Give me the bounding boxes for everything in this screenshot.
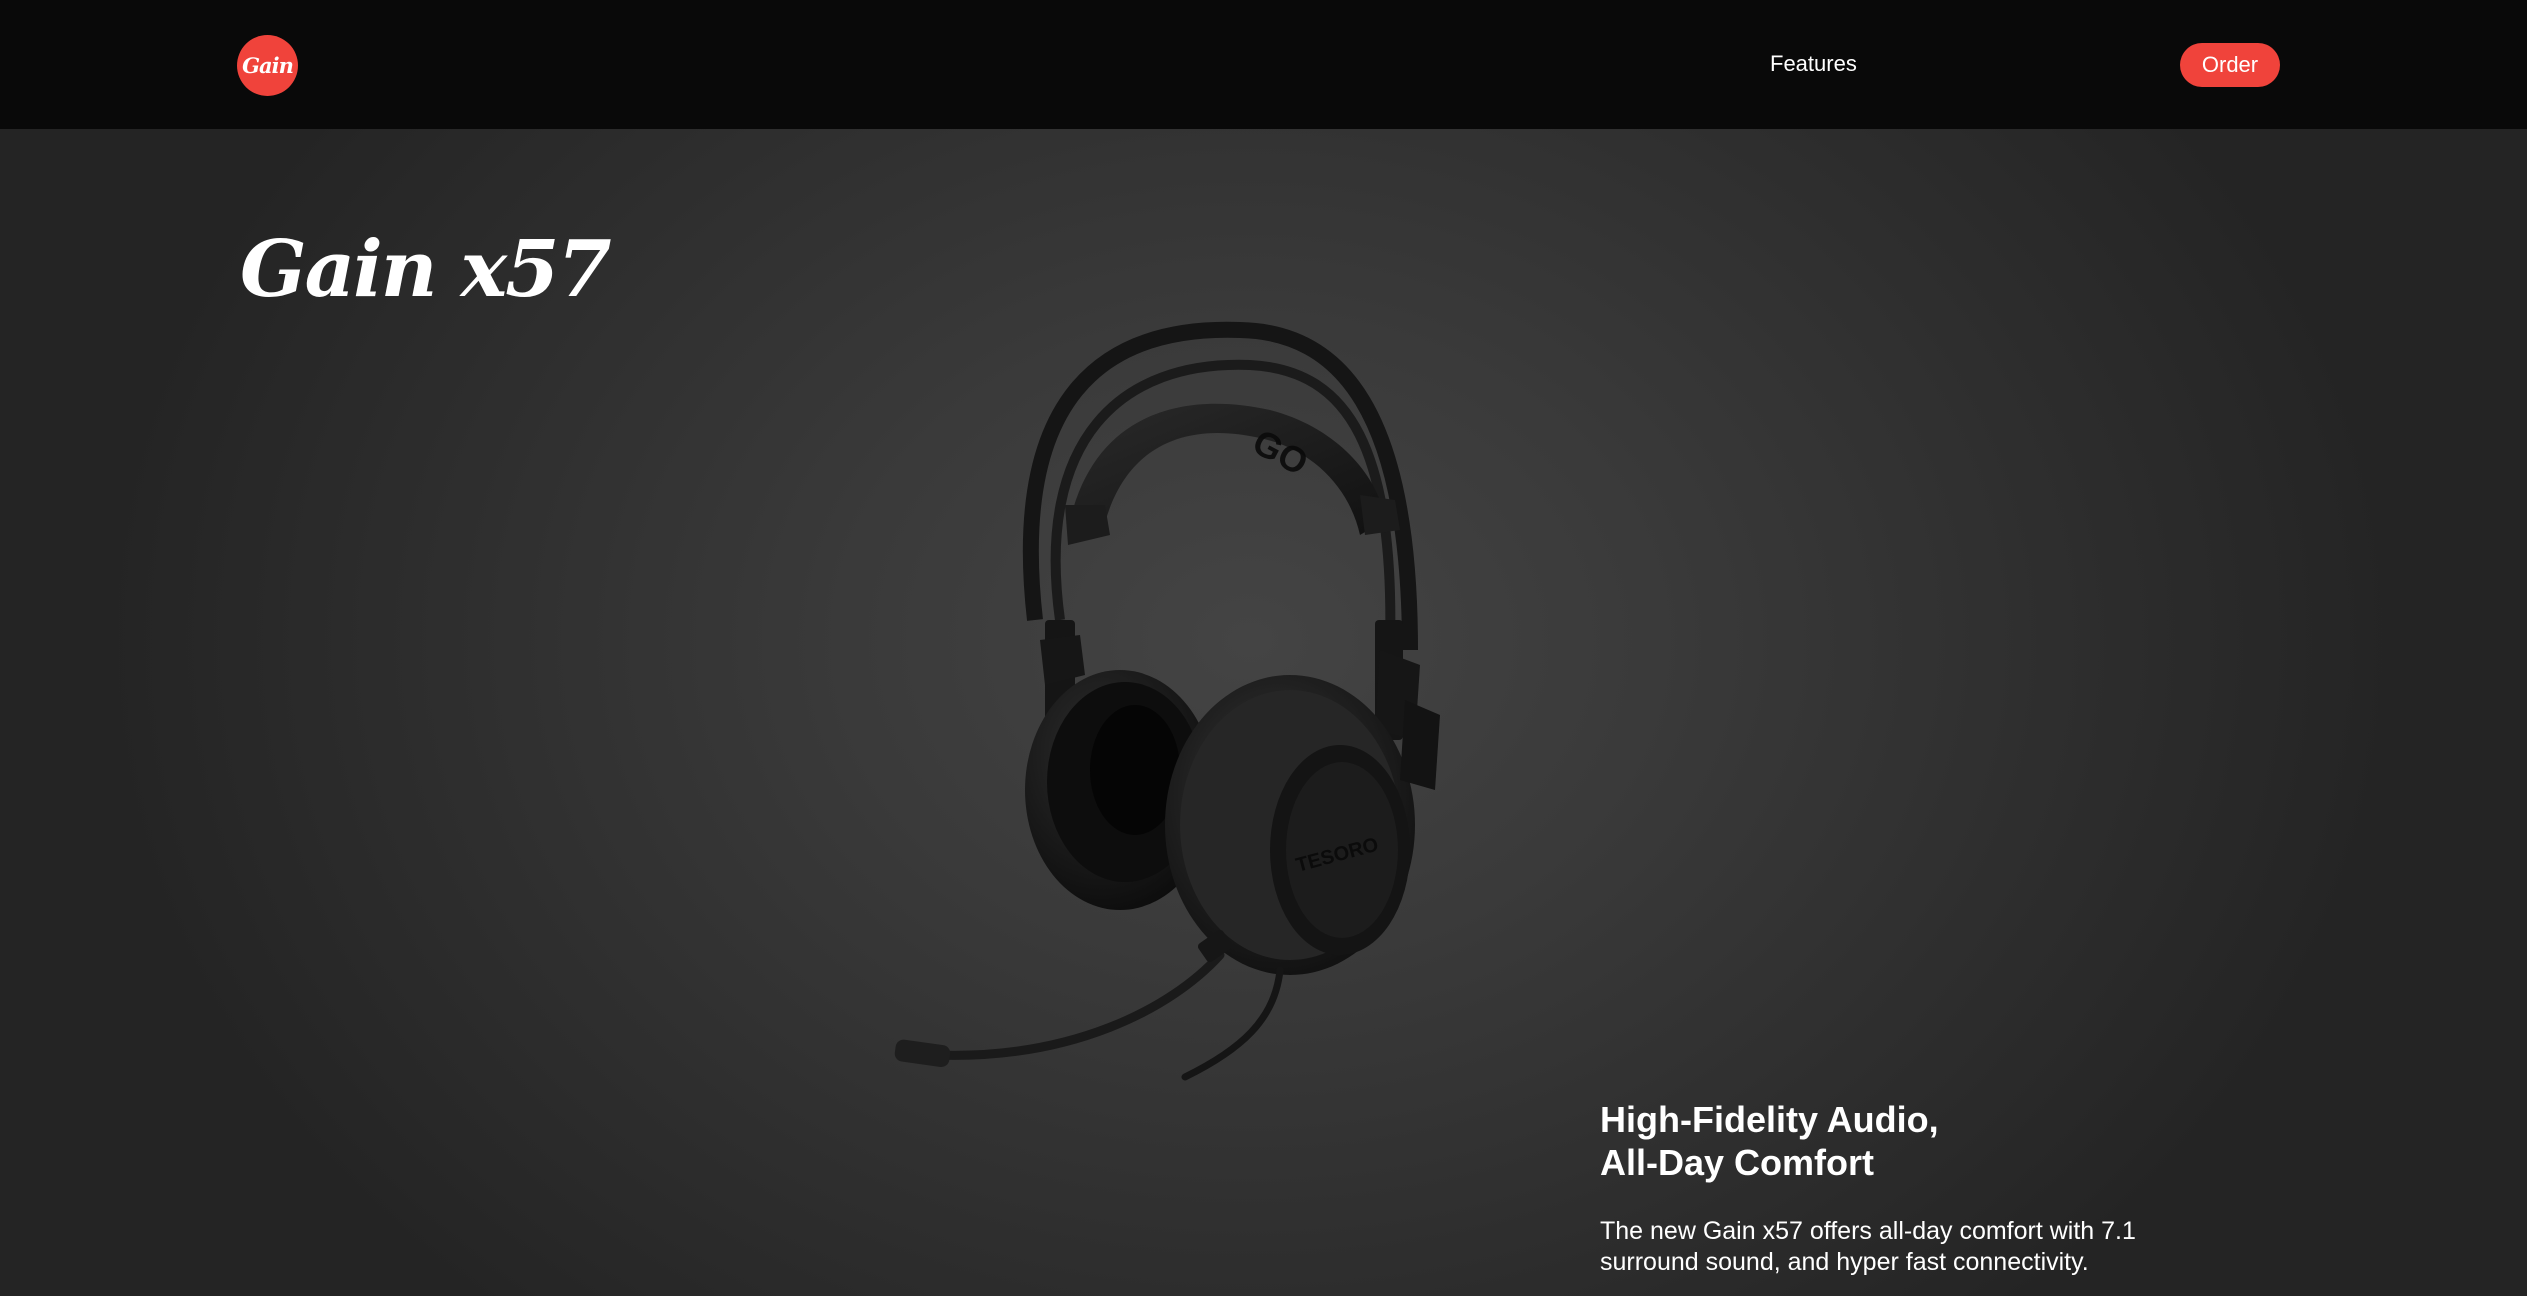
feature-heading-line1: High-Fidelity Audio, [1600,1099,1939,1140]
feature-heading: High-Fidelity Audio, All-Day Comfort [1600,1098,1939,1184]
logo-text: Gain [242,53,294,78]
order-button[interactable]: Order [2180,43,2280,87]
page: Gain Features Order Gain x57 GO TESORO H… [0,0,2527,1296]
nav-link-features[interactable]: Features [1770,48,1857,80]
feature-heading-line2: All-Day Comfort [1600,1142,1875,1183]
logo[interactable]: Gain [237,35,298,96]
headset-image: GO TESORO [894,321,1440,1081]
top-navbar: Gain Features Order [0,0,2527,129]
feature-description: The new Gain x57 offers all-day comfort … [1600,1217,2136,1276]
product-title: Gain x57 [240,224,612,315]
